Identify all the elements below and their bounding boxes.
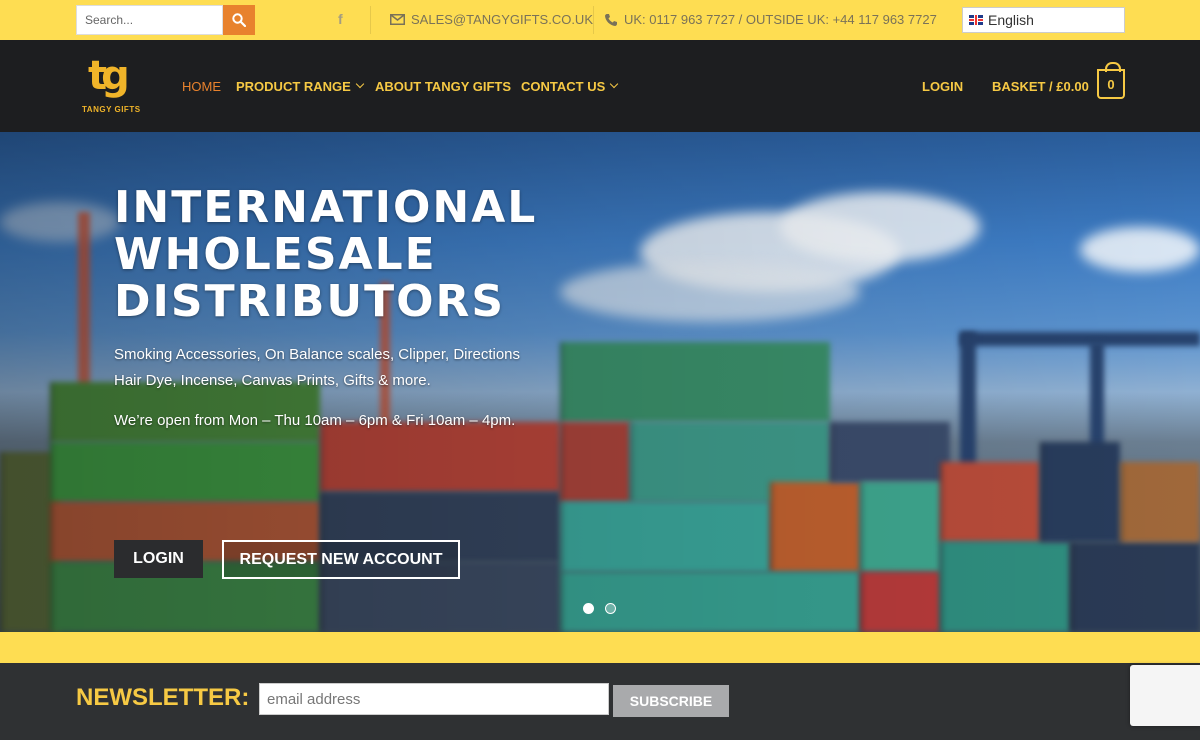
topbar-divider xyxy=(593,6,594,34)
subscribe-button[interactable]: SUBSCRIBE xyxy=(613,685,729,717)
email-contact[interactable]: SALES@TANGYGIFTS.CO.UK xyxy=(390,12,593,27)
nav-product-range-label: PRODUCT RANGE xyxy=(236,78,351,94)
site-logo[interactable]: tg TANGY GIFTS xyxy=(82,50,152,116)
recaptcha-badge[interactable] xyxy=(1130,665,1200,726)
hero-title-line: INTERNATIONAL xyxy=(114,182,538,233)
phone-text: UK: 0117 963 7727 / OUTSIDE UK: +44 117 … xyxy=(624,12,937,27)
hero-title: INTERNATIONAL WHOLESALE DISTRIBUTORS xyxy=(114,184,594,325)
header-login-link[interactable]: LOGIN xyxy=(922,40,963,132)
chevron-down-icon xyxy=(610,79,619,89)
hero-title-line: DISTRIBUTORS xyxy=(114,276,506,327)
hero-title-line: WHOLESALE xyxy=(114,229,437,280)
newsletter-email-input[interactable] xyxy=(259,683,609,715)
header-login-label: LOGIN xyxy=(922,78,964,94)
topbar-divider xyxy=(370,6,371,34)
nav-about[interactable]: ABOUT TANGY GIFTS xyxy=(375,40,511,132)
language-label: English xyxy=(988,12,1034,28)
language-select[interactable]: English xyxy=(962,7,1125,33)
facebook-icon[interactable]: f xyxy=(338,11,343,27)
nav-home-label: HOME xyxy=(182,78,221,94)
phone-contact[interactable]: UK: 0117 963 7727 / OUTSIDE UK: +44 117 … xyxy=(604,12,937,27)
search-icon xyxy=(232,13,246,27)
nav-about-label: ABOUT TANGY GIFTS xyxy=(375,78,512,94)
logo-text: TANGY GIFTS xyxy=(82,105,141,114)
request-account-button[interactable]: REQUEST NEW ACCOUNT xyxy=(222,540,460,579)
logo-mark-icon: tg xyxy=(88,53,130,99)
yellow-divider-strip xyxy=(0,632,1200,663)
hero-subtitle: Smoking Accessories, On Balance scales, … xyxy=(114,346,521,389)
search-button[interactable] xyxy=(223,5,255,35)
opening-hours: We’re open from Mon – Thu 10am – 6pm & F… xyxy=(114,412,516,429)
hero-login-button[interactable]: LOGIN xyxy=(114,540,203,578)
nav-home[interactable]: HOME xyxy=(182,40,221,132)
phone-icon xyxy=(605,13,617,26)
uk-flag-icon xyxy=(969,15,983,25)
search-form xyxy=(76,5,255,35)
slider-dot-1[interactable] xyxy=(583,603,594,614)
nav-contact[interactable]: CONTACT US xyxy=(521,40,619,132)
slider-dot-2[interactable] xyxy=(605,603,616,614)
search-input[interactable] xyxy=(76,5,223,35)
basket-label: BASKET / £0.00 xyxy=(992,78,1089,94)
chevron-down-icon xyxy=(355,79,365,89)
basket-count-badge[interactable]: 0 xyxy=(1097,62,1125,99)
nav-contact-label: CONTACT US xyxy=(521,78,606,94)
top-bar: f SALES@TANGYGIFTS.CO.UK UK: 0117 963 77… xyxy=(0,0,1200,40)
email-text: SALES@TANGYGIFTS.CO.UK xyxy=(411,12,593,27)
newsletter-label: NEWSLETTER: xyxy=(76,684,250,711)
main-header: tg TANGY GIFTS HOME PRODUCT RANGE ABOUT … xyxy=(0,40,1200,132)
hero-slider: INTERNATIONAL WHOLESALE DISTRIBUTORS Smo… xyxy=(0,132,1200,632)
nav-product-range[interactable]: PRODUCT RANGE xyxy=(236,40,365,132)
basket-link[interactable]: BASKET / £0.00 xyxy=(992,40,1089,132)
envelope-icon xyxy=(390,14,405,25)
newsletter-section: NEWSLETTER: SUBSCRIBE xyxy=(0,663,1200,740)
